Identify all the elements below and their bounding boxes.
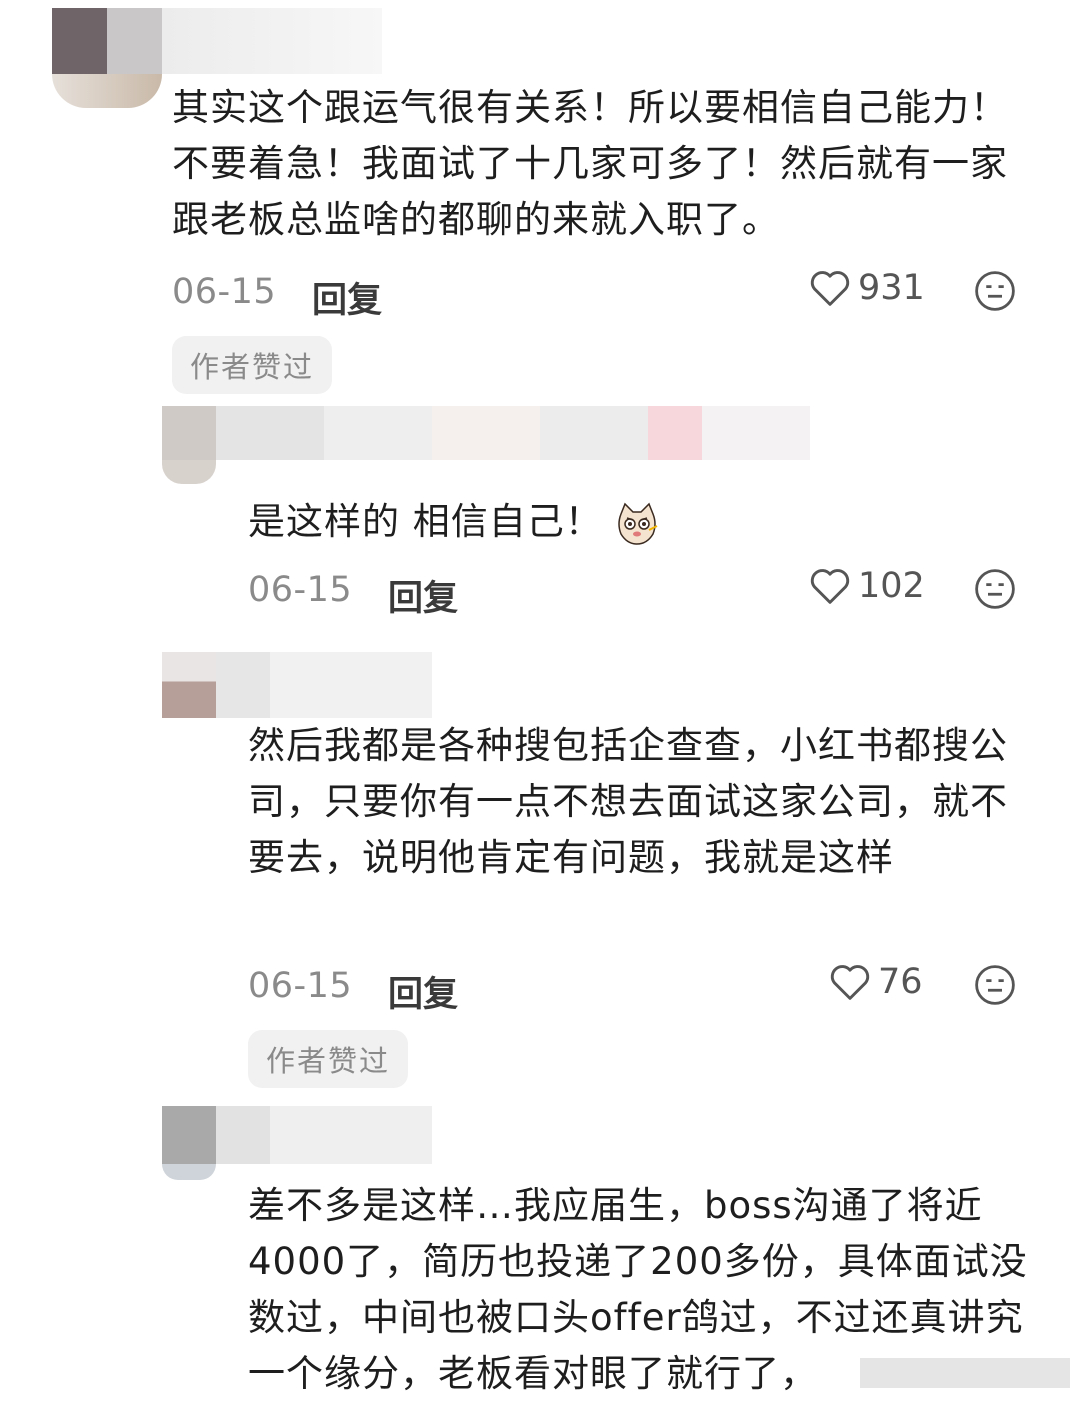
like-count: 102 [858, 566, 925, 606]
blurred-username-3 [162, 652, 432, 718]
blurred-username-4 [162, 1106, 432, 1164]
heart-icon [810, 271, 850, 306]
reply-avatar[interactable] [162, 1164, 216, 1180]
like-button[interactable]: 931 [808, 268, 925, 308]
comment-date: 06-15 [172, 272, 277, 312]
cat-emoji-icon [618, 502, 658, 545]
comment-text: 是这样的 相信自己！ [248, 494, 948, 550]
comment-date: 06-15 [248, 966, 353, 1006]
watermark [860, 1358, 1070, 1388]
reply-button[interactable]: 回复 [388, 570, 458, 621]
reply-button[interactable]: 回复 [388, 966, 458, 1017]
blurred-username-2 [162, 406, 810, 460]
neutral-face-icon[interactable] [974, 568, 1016, 610]
author-liked-badge: 作者赞过 [248, 1030, 409, 1088]
reply-avatar[interactable] [162, 460, 216, 484]
author-liked-badge: 作者赞过 [172, 336, 333, 394]
heart-icon [810, 569, 850, 604]
avatar[interactable] [52, 74, 162, 108]
blurred-username-1 [52, 8, 382, 74]
like-count: 76 [878, 962, 923, 1002]
comment-date: 06-15 [248, 570, 353, 610]
reply-button[interactable]: 回复 [312, 272, 382, 323]
neutral-face-icon[interactable] [974, 270, 1016, 312]
like-button[interactable]: 102 [808, 566, 925, 606]
heart-icon [830, 965, 870, 1000]
like-button[interactable]: 76 [828, 962, 923, 1002]
neutral-face-icon[interactable] [974, 964, 1016, 1006]
like-count: 931 [858, 268, 925, 308]
comment-text: 其实这个跟运气很有关系！所以要相信自己能力！不要着急！我面试了十几家可多了！然后… [172, 86, 1008, 241]
comment-text: 然后我都是各种搜包括企查查，小红书都搜公司，只要你有一点不想去面试这家公司，就不… [248, 724, 1008, 879]
